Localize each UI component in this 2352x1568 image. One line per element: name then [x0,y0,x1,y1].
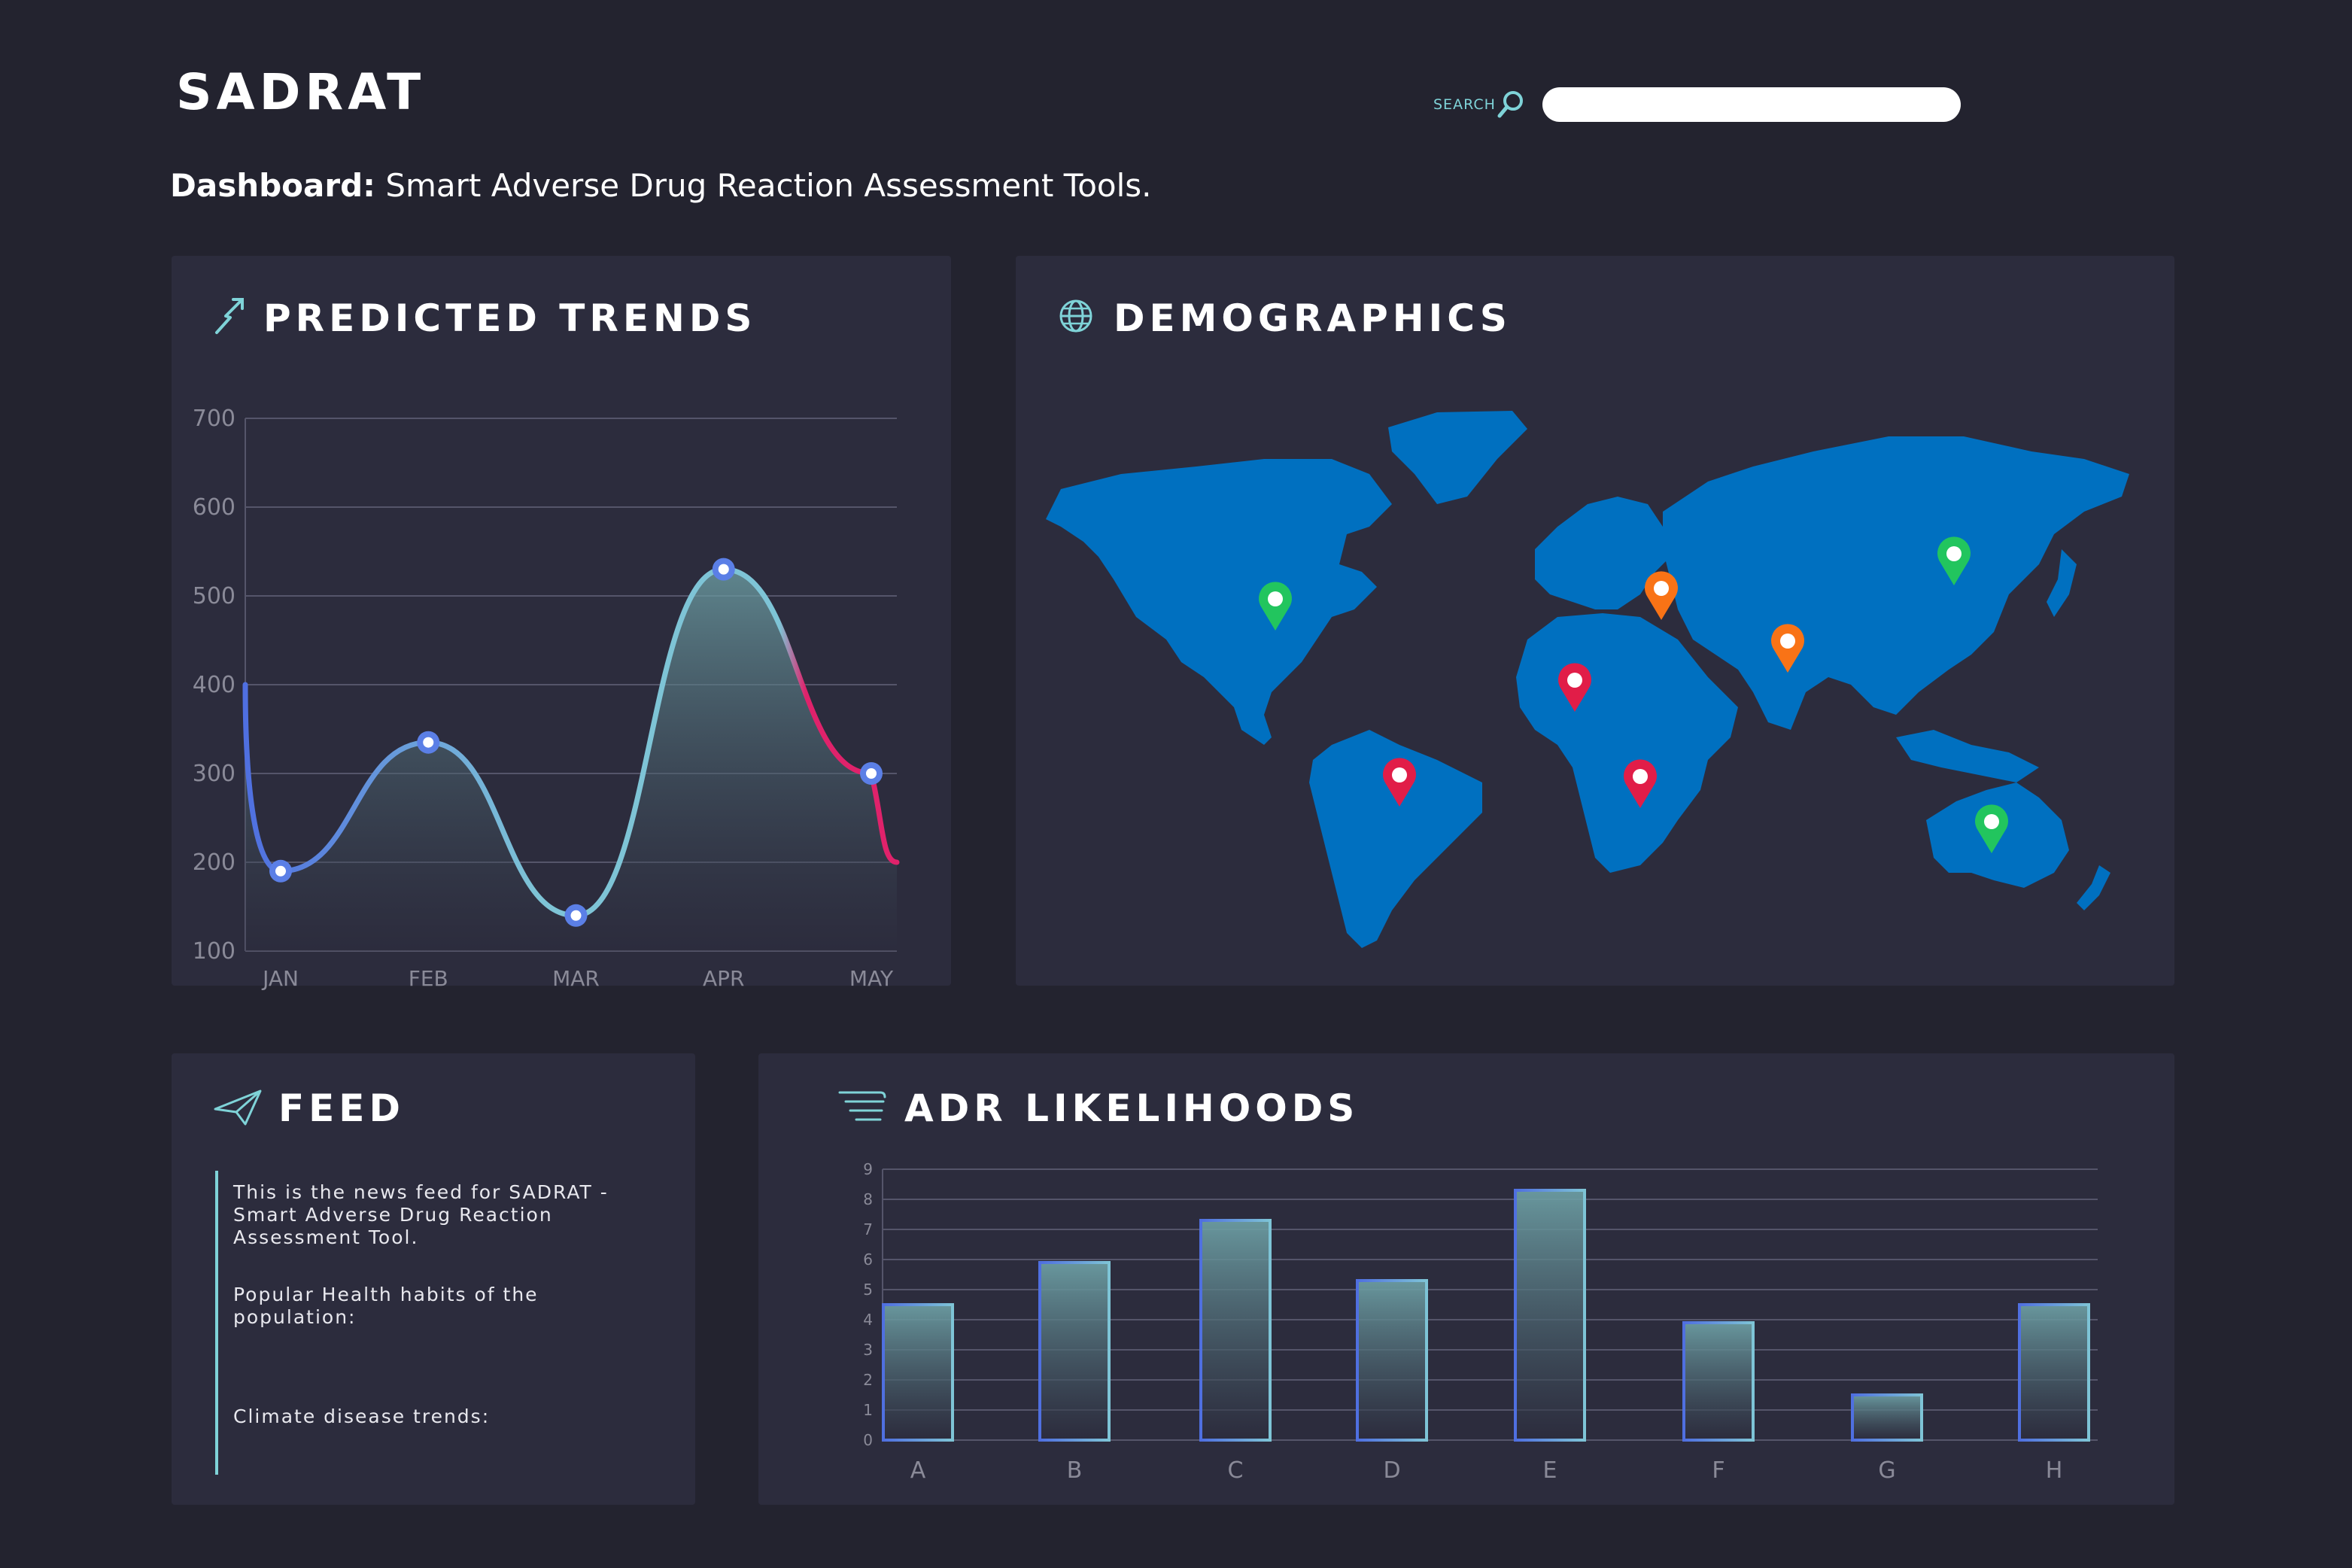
x-tick-label: MAR [552,966,600,991]
north-america [1046,459,1392,745]
y-tick-label: 0 [863,1431,873,1449]
greenland [1388,411,1527,504]
data-point-center [423,737,434,748]
map-pin-center [1392,767,1407,782]
map-pin-center [1633,769,1648,784]
x-tick-label: E [1543,1457,1557,1484]
y-tick-label: 5 [863,1281,873,1299]
world-map[interactable] [1016,391,2174,948]
bar [1199,1219,1272,1442]
y-tick-label: 1 [863,1401,873,1419]
y-tick-label: 6 [863,1250,873,1269]
map-pin-center [1654,581,1669,596]
x-tick-label: JAN [261,966,299,991]
feed-divider [215,1171,218,1475]
search-label: SEARCH [1433,96,1496,113]
data-point-center [718,564,729,575]
feed-item: Climate disease trends: [233,1405,491,1427]
predicted-trends-chart: 100 200 300 400 500 600 700 JAN FEB MAR APR MAY [193,406,900,991]
x-tick-label: G [1878,1457,1895,1484]
x-tick-label: H [2046,1457,2063,1484]
y-tick-label: 100 [193,938,236,965]
x-tick-label: D [1383,1457,1400,1484]
y-tick-label: 4 [863,1311,873,1329]
adr-likelihoods-title: ADR LIKELIHOODS [904,1086,1360,1130]
southeast-asia [1896,730,2039,782]
bar [1851,1393,1923,1442]
bar [1356,1279,1428,1442]
bar [1038,1261,1111,1442]
adr-likelihoods-chart: 0 1 2 3 4 5 6 7 8 9 A B C D E F G H [863,1160,2098,1484]
y-tick-label: 600 [193,494,236,521]
x-tick-label: B [1067,1457,1083,1484]
x-tick-label: F [1712,1457,1724,1484]
y-tick-label: 300 [193,761,236,787]
y-tick-label: 700 [193,406,236,432]
x-tick-label: MAY [849,966,894,991]
trend-arrow-icon [215,298,244,334]
japan [2047,549,2077,617]
search-icon[interactable] [1494,87,1528,122]
wind-lines-icon [838,1091,886,1121]
x-tick-label: APR [703,966,745,991]
paper-plane-icon [214,1089,262,1126]
y-tick-label: 7 [863,1220,873,1238]
y-tick-label: 500 [193,583,236,609]
feed-item: Popular Health habits of the population: [233,1284,539,1328]
map-pin-center [1268,591,1283,606]
x-tick-label: A [910,1457,926,1484]
y-tick-label: 3 [863,1341,873,1359]
map-pin-center [1780,634,1795,649]
bar [1514,1189,1586,1442]
y-tick-label: 9 [863,1160,873,1178]
page-subtitle: Dashboard: Smart Adverse Drug Reaction A… [170,167,1152,204]
data-point-center [866,768,877,779]
map-pin-center [1984,814,1999,829]
area-fill [245,569,897,951]
africa [1516,613,1738,873]
map-pin-center [1567,673,1582,688]
bar [882,1303,954,1442]
y-tick-label: 8 [863,1190,873,1208]
x-tick-label: C [1228,1457,1244,1484]
new-zealand [2077,865,2110,910]
bar [1682,1321,1755,1442]
map-pin-center [1946,546,1962,561]
feed-item: This is the news feed for SADRAT - Smart… [233,1181,609,1248]
data-point-center [275,865,286,877]
bar [2018,1303,2090,1442]
subtitle-label: Dashboard: [170,167,375,204]
app-logo: SADRAT [176,63,426,121]
y-tick-label: 400 [193,672,236,698]
search-input[interactable] [1542,87,1961,122]
feed-title: FEED [278,1086,405,1130]
data-point-center [570,910,582,921]
x-tick-label: FEB [409,966,448,991]
y-tick-label: 2 [863,1371,873,1389]
subtitle-text: Smart Adverse Drug Reaction Assessment T… [385,167,1152,204]
globe-icon [1059,299,1092,333]
demographics-title: DEMOGRAPHICS [1114,296,1512,340]
predicted-trends-title: PREDICTED TRENDS [263,296,757,340]
y-tick-label: 200 [193,849,236,876]
